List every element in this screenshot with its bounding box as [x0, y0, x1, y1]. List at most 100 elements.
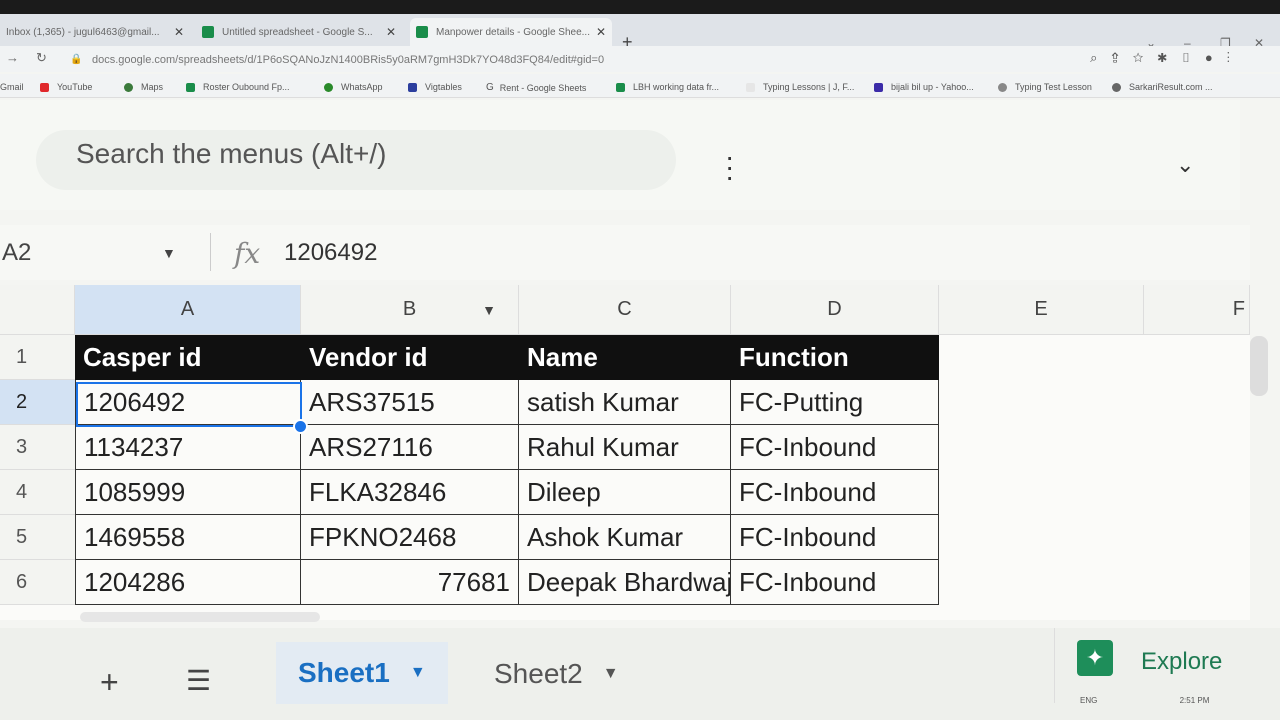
table-cell[interactable]: 1134237	[75, 425, 301, 470]
sheet-tab-label: Sheet1	[298, 657, 390, 688]
typing-icon	[746, 82, 755, 92]
table-cell[interactable]: FC-Inbound	[731, 425, 939, 470]
column-header-d[interactable]: D	[731, 285, 939, 335]
bookmark-youtube[interactable]: YouTube	[40, 82, 92, 92]
bookmark-whatsapp[interactable]: WhatsApp	[324, 82, 383, 92]
header-cell[interactable]: Name	[519, 335, 731, 380]
table-cell[interactable]: Dileep	[519, 470, 731, 515]
row-header[interactable]: 4	[0, 470, 75, 515]
chevron-down-icon[interactable]: ⌄	[1176, 152, 1194, 178]
address-bar: → ↻ 🔒 docs.google.com/spreadsheets/d/1P6…	[0, 46, 1280, 72]
vertical-scrollbar[interactable]	[1250, 336, 1268, 396]
menu-bar: Search the menus (Alt+/) · · · ⌄	[0, 100, 1240, 210]
table-cell[interactable]: satish Kumar	[519, 380, 731, 425]
add-sheet-button[interactable]: +	[100, 664, 119, 701]
sheets-icon	[202, 26, 214, 38]
bookmark-roster[interactable]: Roster Oubound Fp...	[186, 82, 290, 92]
menu-search-input[interactable]: Search the menus (Alt+/)	[36, 130, 676, 190]
row-header[interactable]: 6	[0, 560, 75, 605]
google-icon: G	[486, 82, 494, 93]
language-indicator[interactable]: ENG	[1080, 696, 1097, 705]
row-header[interactable]: 5	[0, 515, 75, 560]
table-cell[interactable]: ARS37515	[301, 380, 519, 425]
close-icon[interactable]: ✕	[174, 25, 184, 39]
map-pin-icon	[124, 82, 133, 92]
tab-sheet1[interactable]: Sheet1 ▼	[276, 642, 448, 704]
window-frame	[0, 0, 1280, 14]
yahoo-icon	[874, 82, 883, 92]
browser-tab-untitled[interactable]: Untitled spreadsheet - Google S... ✕	[196, 18, 402, 46]
header-cell[interactable]: Vendor id	[301, 335, 519, 380]
formula-input[interactable]: 1206492	[284, 239, 377, 267]
table-cell[interactable]: 1204286	[75, 560, 301, 605]
bookmark-lbh[interactable]: LBH working data fr...	[616, 82, 719, 92]
bookmark-gmail[interactable]: Gmail	[0, 82, 24, 92]
clock[interactable]: 2:51 PM	[1180, 696, 1210, 705]
more-options-icon[interactable]: · · ·	[725, 143, 734, 191]
browser-tab-manpower[interactable]: Manpower details - Google Shee... ✕	[410, 18, 612, 46]
table-cell[interactable]: Deepak Bhardwaj	[519, 560, 731, 605]
table-cell[interactable]: FLKA32846	[301, 470, 519, 515]
table-cell[interactable]: FC-Inbound	[731, 560, 939, 605]
tab-sheet2[interactable]: Sheet2 ▼	[494, 658, 619, 690]
globe-icon	[1112, 82, 1121, 92]
sheets-icon	[416, 26, 428, 38]
bookmark-bijali[interactable]: bijali bil up - Yahoo...	[874, 82, 974, 92]
url-field[interactable]: docs.google.com/spreadsheets/d/1P6oSQANo…	[92, 54, 604, 66]
header-cell[interactable]: Casper id	[75, 335, 301, 380]
column-header-c[interactable]: C	[519, 285, 731, 335]
filter-dropdown-icon[interactable]: ▼	[482, 302, 496, 318]
caret-down-icon[interactable]: ▼	[603, 665, 619, 683]
all-sheets-button[interactable]: ☰	[186, 664, 211, 697]
browser-tab-bar: Inbox (1,365) - jugul6463@gmail... ✕ Unt…	[0, 14, 1280, 52]
reload-icon[interactable]: ↻	[36, 50, 47, 66]
vigtables-icon	[408, 82, 417, 92]
close-icon[interactable]: ✕	[386, 25, 396, 39]
table-cell[interactable]: FC-Putting	[731, 380, 939, 425]
bookmark-maps[interactable]: Maps	[124, 82, 163, 92]
bookmark-rent[interactable]: G Rent - Google Sheets	[486, 82, 586, 93]
column-header-f[interactable]: F	[1144, 285, 1250, 335]
table-cell[interactable]: 1085999	[75, 470, 301, 515]
row-header[interactable]: 3	[0, 425, 75, 470]
formula-bar: A2 ▼ fx 1206492	[0, 225, 1250, 280]
bookmark-typing-test[interactable]: Typing Test Lesson	[998, 82, 1092, 92]
row-header[interactable]: 2	[0, 380, 75, 425]
explore-button[interactable]: ✦ Explore	[1054, 628, 1280, 703]
table-cell[interactable]: 77681	[301, 560, 519, 605]
table-cell[interactable]: Rahul Kumar	[519, 425, 731, 470]
bookmark-sarkari[interactable]: SarkariResult.com ...	[1112, 82, 1213, 92]
sheets-icon	[186, 82, 195, 92]
divider	[210, 233, 211, 271]
caret-down-icon[interactable]: ▼	[410, 664, 426, 682]
tab-title: Untitled spreadsheet - Google S...	[222, 26, 373, 38]
row-header[interactable]: 1	[0, 335, 75, 380]
sheet-tab-label: Sheet2	[494, 658, 583, 689]
active-cell-selection	[76, 382, 302, 427]
lock-icon: 🔒	[70, 54, 83, 65]
table-cell[interactable]: FC-Inbound	[731, 470, 939, 515]
fx-icon: fx	[234, 237, 261, 270]
bookmark-typing-lessons[interactable]: Typing Lessons | J, F...	[746, 82, 854, 92]
column-header-a[interactable]: A	[75, 285, 301, 335]
column-header-b[interactable]: B ▼	[301, 285, 519, 335]
table-cell[interactable]: Ashok Kumar	[519, 515, 731, 560]
table-cell[interactable]: FPKNO2468	[301, 515, 519, 560]
select-all-corner[interactable]	[0, 285, 75, 335]
column-header-e[interactable]: E	[939, 285, 1144, 335]
fill-handle[interactable]	[293, 419, 308, 434]
browser-toolbar-icons[interactable]: ⌕⇪☆✱▯●⋮	[1090, 50, 1244, 66]
horizontal-scrollbar[interactable]	[80, 612, 320, 622]
close-icon[interactable]: ✕	[596, 25, 606, 39]
table-cell[interactable]: 1469558	[75, 515, 301, 560]
table-cell[interactable]: ARS27116	[301, 425, 519, 470]
table-cell[interactable]: FC-Inbound	[731, 515, 939, 560]
forward-icon[interactable]: →	[6, 50, 19, 65]
sheets-icon	[616, 82, 625, 92]
caret-down-icon[interactable]: ▼	[162, 245, 176, 261]
browser-tab-inbox[interactable]: Inbox (1,365) - jugul6463@gmail... ✕	[0, 18, 190, 46]
name-box[interactable]: A2	[2, 239, 31, 267]
bookmark-vigtables[interactable]: Vigtables	[408, 82, 462, 92]
header-cell[interactable]: Function	[731, 335, 939, 380]
search-placeholder: Search the menus (Alt+/)	[76, 138, 387, 169]
